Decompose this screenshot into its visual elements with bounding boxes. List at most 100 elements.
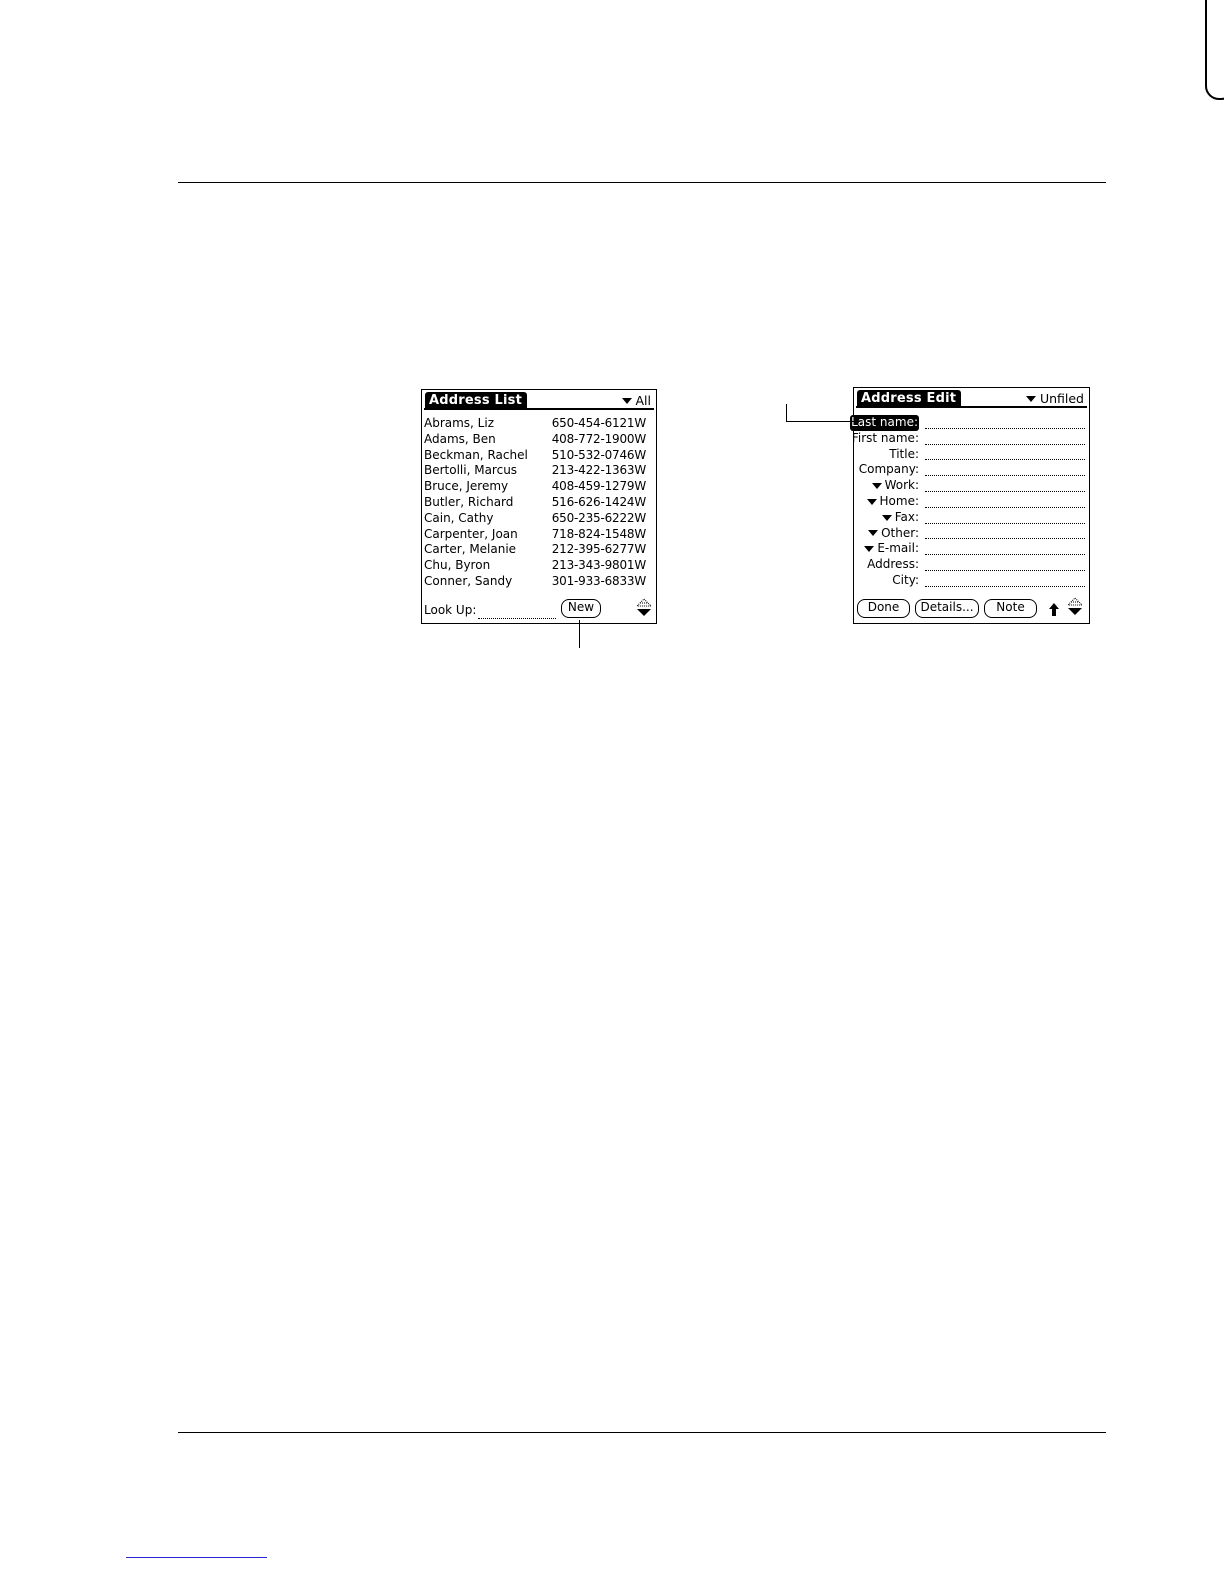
field-input[interactable] [925,554,1085,556]
field-label: City: [892,573,919,589]
field-row[interactable]: E-mail: [854,541,1085,557]
title-underline [424,408,654,410]
list-item[interactable]: Conner, Sandy 301-933-6833W [424,574,646,590]
field-label[interactable]: Other: [868,526,919,542]
address-list-screen: Address List All Abrams, Liz 650-454-6121… [421,389,657,624]
field-row[interactable]: Last name: [850,415,1085,431]
contact-name: Bruce, Jeremy [424,479,509,494]
field-row[interactable]: Home: [854,494,1085,510]
field-label-text: Title: [889,446,919,461]
phone-type: W [634,463,646,478]
contact-name: Cain, Cathy [424,510,494,525]
field-row[interactable]: Address: [854,557,1085,573]
contact-name: Carter, Melanie [424,542,517,557]
list-item[interactable]: Cain, Cathy 650-235-6222W [424,511,646,527]
field-input[interactable] [925,585,1085,587]
field-label-text: Last name: [850,415,919,431]
field-label: Last name: [850,415,919,431]
list-item[interactable]: Bertolli, Marcus 213-422-1363W [424,463,646,479]
field-input[interactable] [925,490,1085,492]
note-button[interactable]: Note [984,599,1037,618]
contact-name: Butler, Richard [424,494,514,509]
phone-type: W [634,558,646,573]
details-button[interactable]: Details... [915,599,979,618]
phone-type: W [634,573,646,588]
list-item[interactable]: Beckman, Rachel 510-532-0746W [424,448,646,464]
field-row[interactable]: Company: [854,462,1085,478]
contact-phone: 650-235-6222W [552,511,646,527]
last-name-callout-horizontal [786,421,857,422]
dropdown-triangle-icon [866,498,877,505]
contact-phone: 408-459-1279W [552,479,646,495]
phone-type: W [634,431,646,446]
field-input[interactable] [925,522,1085,524]
phone-number: 650-454-6121 [551,416,635,430]
phone-number: 408-459-1279 [551,479,635,494]
field-label[interactable]: Fax: [881,510,919,526]
field-label[interactable]: E-mail: [864,541,919,557]
field-row[interactable]: Title: [854,447,1085,463]
contact-phone: 516-626-1424W [552,495,646,511]
field-label-text: Other: [881,525,919,540]
field-label: Title: [889,447,919,463]
list-item[interactable]: Abrams, Liz 650-454-6121W [424,416,646,432]
contact-phone: 408-772-1900W [552,432,646,448]
page-corner-tab [1205,0,1224,100]
scroll-arrows-icon[interactable] [636,598,652,618]
list-item[interactable]: Butler, Richard 516-626-1424W [424,495,646,511]
phone-type: W [634,494,646,509]
field-row[interactable]: First name: [851,430,1085,447]
footer-rule [178,1432,1106,1433]
contact-phone: 213-343-9801W [552,558,646,574]
phone-type: W [634,510,646,525]
field-label[interactable]: Work: [871,478,919,494]
done-button[interactable]: Done [857,599,910,618]
field-input[interactable] [925,443,1085,445]
contact-phone: 650-454-6121W [552,416,646,432]
category-label: All [635,393,652,408]
field-row[interactable]: City: [854,573,1085,589]
field-input[interactable] [925,427,1085,429]
field-input[interactable] [925,475,1085,477]
header-rule [178,182,1106,183]
last-name-callout-vertical [786,404,787,422]
lookup-label: Look Up: [424,603,477,617]
field-label-text: Address: [867,557,919,572]
category-picker[interactable]: Unfiled [1025,390,1084,407]
field-input[interactable] [925,569,1085,571]
field-input[interactable] [925,459,1085,461]
phone-number: 213-343-9801 [551,558,635,573]
address-list: Abrams, Liz 650-454-6121W Adams, Ben 408-77… [424,416,646,590]
field-label-text: City: [892,573,919,587]
contact-phone: 510-532-0746W [552,448,646,464]
list-item[interactable]: Bruce, Jeremy 408-459-1279W [424,479,646,495]
new-button-callout-line [579,620,580,648]
new-button[interactable]: New [561,599,601,618]
category-picker[interactable]: All [621,392,652,409]
field-row[interactable]: Fax: [854,510,1085,526]
contact-name: Conner, Sandy [424,573,513,588]
dropdown-triangle-icon [1025,395,1036,402]
address-list-title: Address List [425,392,527,409]
list-item[interactable]: Carter, Melanie 212-395-6277W [424,542,646,558]
field-row[interactable]: Work: [854,478,1085,494]
field-label-text: First name: [851,430,919,445]
list-item[interactable]: Chu, Byron 213-343-9801W [424,558,646,574]
field-label[interactable]: Home: [866,494,919,510]
dropdown-triangle-icon [864,546,875,553]
shift-up-arrow-icon[interactable] [1048,602,1060,617]
field-label-text: Home: [879,494,919,508]
dropdown-triangle-icon [871,483,882,490]
dropdown-triangle-icon [881,514,892,521]
contact-phone: 301-933-6833W [552,574,646,590]
lookup-input[interactable] [478,618,556,619]
field-input[interactable] [925,538,1085,540]
phone-number: 516-626-1424 [551,494,635,509]
contact-phone: 718-824-1548W [552,527,646,543]
list-item[interactable]: Adams, Ben 408-772-1900W [424,432,646,448]
phone-number: 718-824-1548 [551,526,635,541]
field-row[interactable]: Other: [854,526,1085,542]
field-input[interactable] [925,506,1085,508]
scroll-arrows-icon[interactable] [1067,597,1083,617]
list-item[interactable]: Carpenter, Joan 718-824-1548W [424,527,646,543]
